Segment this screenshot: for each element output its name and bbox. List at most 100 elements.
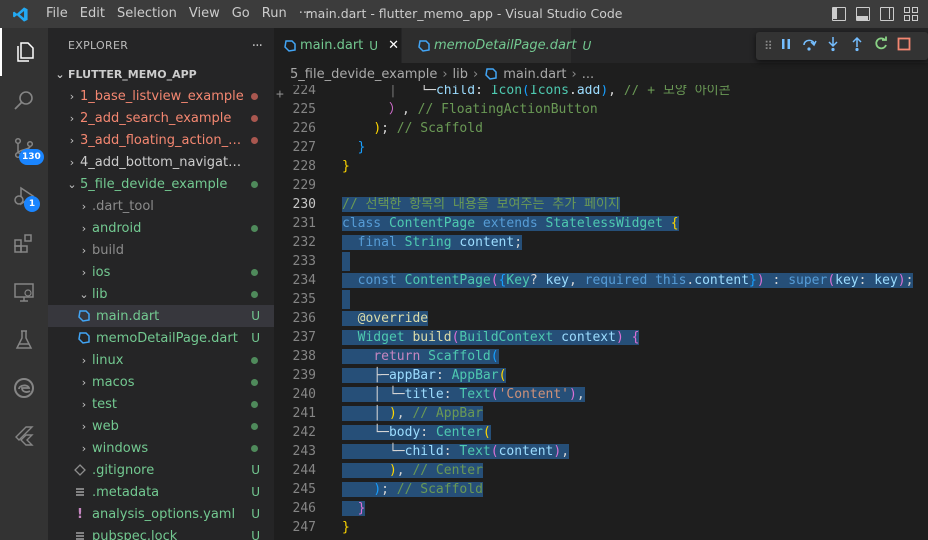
tab-memo-detail-page[interactable]: memoDetailPage.dart U (402, 28, 591, 63)
menu-item[interactable]: File (40, 0, 74, 28)
menu-item[interactable]: Run (256, 0, 293, 28)
toggle-panel-icon[interactable] (856, 7, 870, 21)
breadcrumb-lib[interactable]: lib (453, 67, 468, 82)
step-out-icon[interactable] (849, 36, 865, 56)
tree-item[interactable]: .metadata U (48, 481, 274, 503)
chevron-right-icon: › (81, 221, 87, 235)
drag-handle-icon[interactable]: ⠿ (764, 39, 773, 53)
line-number: 234 (292, 273, 316, 288)
menu-item[interactable]: View (183, 0, 226, 28)
code-token: key (874, 273, 898, 288)
run-debug-icon[interactable]: 1 (0, 172, 48, 220)
breadcrumb-symbol[interactable]: ... (582, 67, 594, 82)
code-token: : (443, 387, 460, 402)
code-token: ) (388, 463, 397, 478)
step-into-icon[interactable] (825, 36, 841, 56)
code-line: 229 (274, 176, 928, 195)
line-number: 243 (292, 444, 316, 459)
search-icon[interactable] (0, 76, 48, 124)
close-icon[interactable]: ✕ (388, 38, 399, 53)
menu-item[interactable]: ··· (293, 0, 317, 28)
code-token: . (569, 85, 577, 98)
tree-item[interactable]: › ios (48, 261, 274, 283)
chevron-down-icon: ⌄ (55, 67, 65, 81)
testing-icon[interactable] (0, 316, 48, 364)
toggle-secondary-sidebar-icon[interactable] (880, 7, 894, 21)
stop-icon[interactable] (897, 37, 911, 55)
code-text (342, 290, 350, 309)
tree-item[interactable]: › 4_add_bottom_navigation_bar_... (48, 151, 274, 173)
explorer-more-actions-icon[interactable]: ··· (252, 38, 263, 54)
workspace-root[interactable]: ⌄ FLUTTER_MEMO_APP (48, 63, 274, 85)
tree-item[interactable]: › build (48, 239, 274, 261)
code-text: const ContentPage({Key? key, required th… (342, 271, 914, 290)
tree-item[interactable]: › macos (48, 371, 274, 393)
git-status-letter: U (251, 463, 260, 477)
selection-fill (342, 252, 350, 271)
tree-item[interactable]: memoDetailPage.dart U (48, 327, 274, 349)
tree-item[interactable]: › test (48, 393, 274, 415)
git-status-dot (251, 357, 258, 364)
tree-item[interactable]: main.dart U (48, 305, 274, 327)
code-line: 227 } (274, 138, 928, 157)
code-token: , (396, 406, 413, 421)
tree-item[interactable]: pubspec.lock U (48, 525, 274, 540)
code-token: ( (490, 444, 499, 459)
flutter-icon[interactable] (0, 412, 48, 460)
explorer-icon[interactable] (0, 28, 48, 76)
tree-item[interactable]: › web (48, 415, 274, 437)
tree-item[interactable]: ⌄ lib (48, 283, 274, 305)
code-text: ); // Scaffold (342, 480, 483, 499)
tree-item[interactable]: ⌄ 5_file_devide_example (48, 173, 274, 195)
code-token: ) (600, 85, 609, 98)
line-number: 247 (292, 520, 316, 535)
code-token: , (561, 444, 570, 459)
tree-item[interactable]: › 3_add_floating_action_but... (48, 129, 274, 151)
code-text: ├─appBar: AppBar( (342, 366, 507, 385)
code-token: this (655, 273, 687, 288)
remote-explorer-icon[interactable] (0, 268, 48, 316)
code-token: Text (459, 387, 491, 402)
breadcrumb: 5_file_devide_example › lib › main.dart … (274, 63, 928, 85)
code-text: } (342, 157, 350, 176)
code-token: context (561, 330, 616, 345)
tree-item[interactable]: .gitignore U (48, 459, 274, 481)
code-token (342, 235, 358, 250)
code-token: BuildContext (459, 330, 562, 345)
toggle-primary-sidebar-icon[interactable] (832, 7, 846, 21)
source-control-icon[interactable]: 130 (0, 124, 48, 172)
menu-item[interactable]: Edit (74, 0, 111, 28)
menu-item[interactable]: Selection (111, 0, 183, 28)
code-token: } (357, 140, 366, 155)
git-status-dot (251, 401, 258, 408)
restart-icon[interactable] (873, 36, 889, 56)
code-token: @override (357, 311, 429, 326)
code-token: return (373, 349, 429, 364)
code-text: ); // Scaffold (342, 119, 483, 138)
code-token: appBar (388, 368, 436, 383)
code-line: 228} (274, 157, 928, 176)
tab-main-dart[interactable]: main.dart U ✕ (274, 28, 402, 63)
code-token: ContentPage (404, 273, 491, 288)
tree-item[interactable]: › 2_add_search_example (48, 107, 274, 129)
tree-item[interactable]: › 1_base_listview_example (48, 85, 274, 107)
customize-layout-icon[interactable] (904, 7, 918, 21)
step-over-icon[interactable] (801, 36, 817, 56)
breadcrumb-folder[interactable]: 5_file_devide_example (290, 67, 437, 82)
extensions-icon[interactable] (0, 220, 48, 268)
code-token (342, 501, 358, 516)
code-text: } (342, 499, 366, 518)
code-editor[interactable]: +224 │ └─child: Icon(Icons.add), // + 모양… (274, 85, 928, 540)
breadcrumb-file[interactable]: main.dart (503, 67, 566, 82)
tree-item[interactable]: › android (48, 217, 274, 239)
code-token: final (357, 235, 405, 250)
code-text: ）, // FloatingActionButton (342, 100, 598, 119)
edge-devtools-icon[interactable] (0, 364, 48, 412)
tree-item[interactable]: › linux (48, 349, 274, 371)
tree-item[interactable]: › .dart_tool (48, 195, 274, 217)
tree-item[interactable]: ! analysis_options.yaml U (48, 503, 274, 525)
tree-item[interactable]: › windows (48, 437, 274, 459)
menu-item[interactable]: Go (226, 0, 256, 28)
code-token: ( (827, 273, 836, 288)
pause-icon[interactable] (779, 37, 793, 55)
